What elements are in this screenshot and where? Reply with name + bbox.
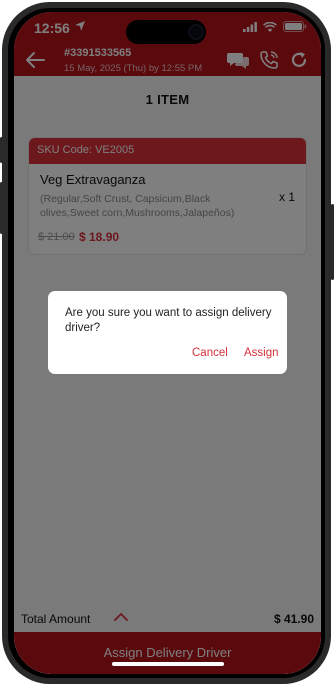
confirm-dialog: Are you sure you want to assign delivery…	[48, 291, 287, 374]
dialog-assign-button[interactable]: Assign	[244, 347, 279, 359]
phone-side-button-right	[331, 204, 334, 280]
dialog-message: Are you sure you want to assign delivery…	[65, 307, 272, 334]
dialog-cancel-button[interactable]: Cancel	[192, 347, 228, 359]
phone-side-button-left-top	[0, 137, 3, 163]
home-indicator	[112, 662, 224, 666]
app-screen: 12:56	[14, 12, 321, 674]
phone-side-button-left-bottom	[0, 182, 3, 234]
